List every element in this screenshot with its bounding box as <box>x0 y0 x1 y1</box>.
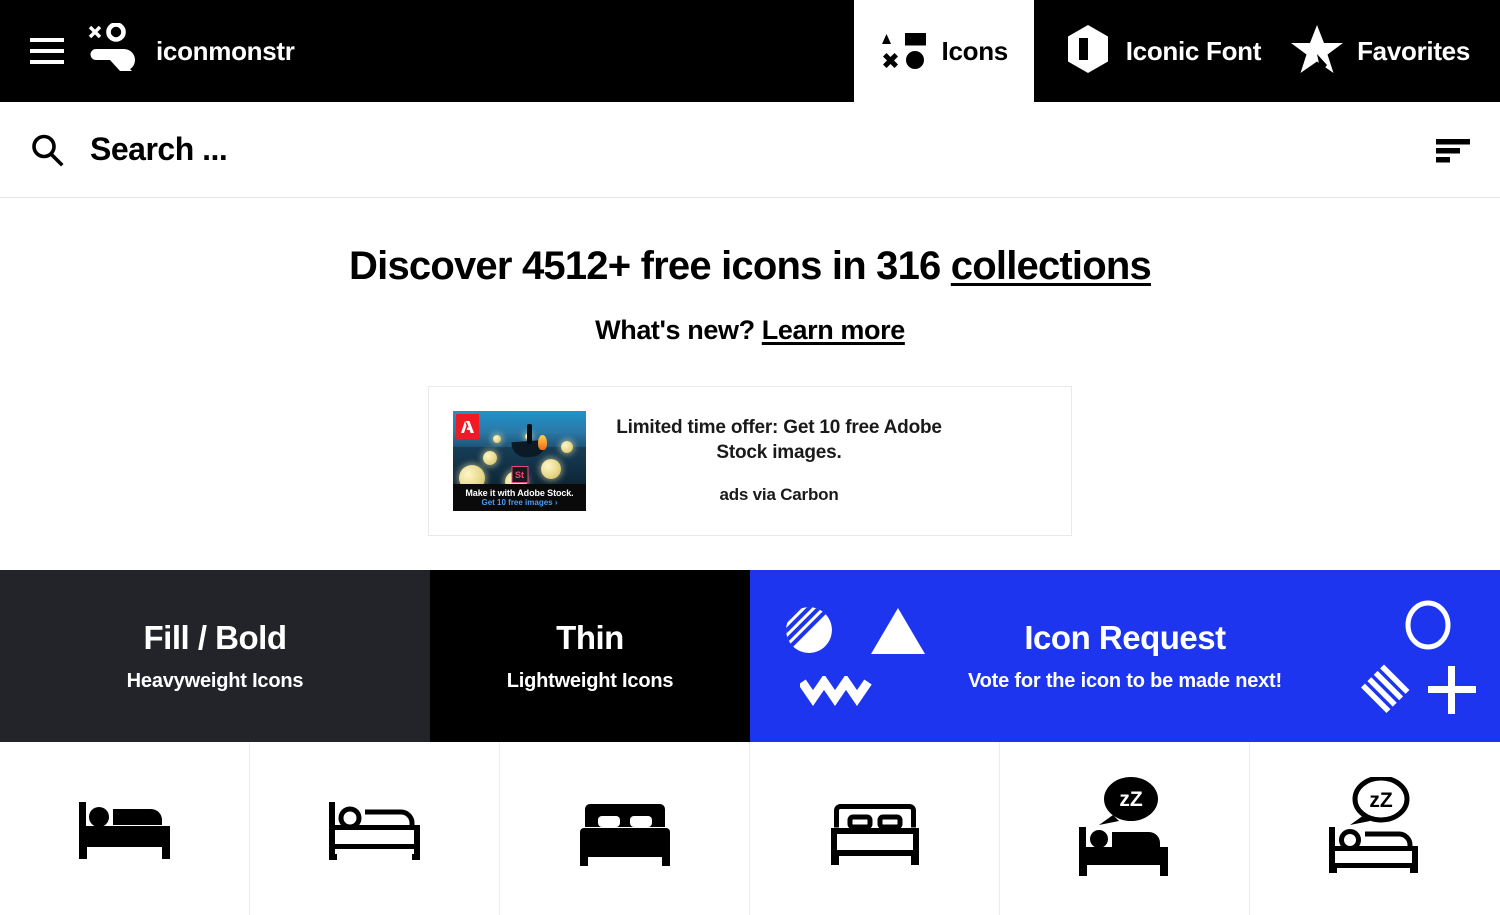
icon-cell-bed-double-thin[interactable] <box>750 742 1000 915</box>
star-icon <box>1291 24 1344 79</box>
ad-text-block: Limited time offer: Get 10 free Adobe St… <box>614 411 944 505</box>
search-icon[interactable] <box>30 133 76 167</box>
banner-thin-title: Thin <box>556 619 624 656</box>
ad-attribution: ads via Carbon <box>719 485 839 505</box>
advertisement-area: St Make it with Adobe Stock. Get 10 free… <box>0 386 1500 536</box>
ad-lantern <box>493 435 501 443</box>
striped-circle-icon <box>785 606 833 654</box>
search-bar <box>0 102 1500 198</box>
learn-more-link[interactable]: Learn more <box>762 315 905 345</box>
top-navigation-bar: iconmonstr Icons Iconic Font Favorites <box>0 0 1500 102</box>
favorites-link[interactable]: Favorites <box>1291 0 1500 102</box>
icon-cell-bed-sleeping-zz-fill[interactable]: zZ <box>1000 742 1250 915</box>
ad-caption: Make it with Adobe Stock. <box>465 488 574 498</box>
banner-fill-bold-subtitle: Heavyweight Icons <box>126 670 304 692</box>
hero-subtitle-text: What's new? <box>595 315 762 345</box>
ad-stock-badge: St <box>511 466 528 483</box>
tab-iconic-font[interactable]: Iconic Font <box>1034 0 1291 102</box>
banner-icon-request[interactable]: Icon Request Vote for the icon to be mad… <box>750 570 1500 742</box>
bed-sleep-person-thin-icon <box>328 801 420 860</box>
category-banner-row: Fill / Bold Heavyweight Icons Thin Light… <box>0 570 1500 742</box>
bed-double-thin-icon <box>830 803 919 865</box>
collections-link[interactable]: collections <box>951 244 1152 288</box>
banner-thin-subtitle: Lightweight Icons <box>506 670 674 692</box>
bed-sleeping-zz-thin-icon: zZ <box>1329 776 1418 873</box>
hero-section: Discover 4512+ free icons in 316 collect… <box>0 198 1500 536</box>
page-title: Discover 4512+ free icons in 316 collect… <box>0 244 1500 289</box>
shapes-grid-icon <box>880 25 928 78</box>
ad-person <box>527 424 533 444</box>
ad-caption-bar: Make it with Adobe Stock. Get 10 free im… <box>453 484 586 511</box>
hero-subtitle: What's new? Learn more <box>0 315 1500 346</box>
adobe-logo-icon <box>456 414 479 439</box>
banner-thin[interactable]: Thin Lightweight Icons <box>430 570 750 742</box>
banner-icon-request-title: Icon Request <box>1024 619 1226 656</box>
circle-outline-icon <box>1404 600 1452 650</box>
icon-results-grid: zZ zZ <box>0 742 1500 915</box>
banner-fill-bold[interactable]: Fill / Bold Heavyweight Icons <box>0 570 430 742</box>
search-input[interactable] <box>76 131 1424 168</box>
ad-lantern <box>541 459 561 479</box>
banner-icon-request-subtitle: Vote for the icon to be made next! <box>968 670 1282 692</box>
diagonal-stripes-icon <box>1356 662 1412 718</box>
nav-left-group: iconmonstr <box>0 0 295 102</box>
ad-thumbnail-image[interactable]: St Make it with Adobe Stock. Get 10 free… <box>453 411 586 511</box>
ad-flame <box>538 435 548 450</box>
ad-headline: Limited time offer: Get 10 free Adobe St… <box>616 417 942 464</box>
hamburger-icon[interactable] <box>30 38 64 64</box>
hero-title-text: Discover 4512+ free icons in 316 <box>349 244 951 288</box>
sort-descending-icon[interactable] <box>1424 137 1470 163</box>
ad-lantern <box>483 451 497 465</box>
bed-sleeping-zz-fill-icon: zZ <box>1078 776 1168 876</box>
icon-cell-bed-sleep-person-thin[interactable] <box>250 742 500 915</box>
svg-text:zZ: zZ <box>1119 788 1143 811</box>
svg-text:zZ: zZ <box>1369 789 1393 812</box>
icon-cell-bed-sleeping-zz-thin[interactable]: zZ <box>1250 742 1500 915</box>
tab-icons-label: Icons <box>941 35 1009 66</box>
ad-lantern <box>561 441 573 453</box>
hexagon-p-icon <box>1064 23 1112 80</box>
iconmonstr-logo-icon <box>86 21 142 80</box>
icon-cell-bed-sleep-person-fill[interactable] <box>0 742 250 915</box>
bed-sleep-person-fill-icon <box>78 801 170 859</box>
tab-iconic-font-label: Iconic Font <box>1125 35 1262 66</box>
tab-icons[interactable]: Icons <box>853 0 1034 102</box>
bed-double-fill-icon <box>579 803 670 866</box>
carbon-ad[interactable]: St Make it with Adobe Stock. Get 10 free… <box>428 386 1072 536</box>
banner-fill-bold-title: Fill / Bold <box>143 619 287 656</box>
zigzag-icon <box>798 674 872 706</box>
triangle-icon <box>870 606 926 656</box>
brand-home-link[interactable]: iconmonstr <box>86 21 295 80</box>
favorites-label: Favorites <box>1357 35 1470 66</box>
plus-icon <box>1426 664 1478 716</box>
icon-cell-bed-double-fill[interactable] <box>500 742 750 915</box>
ad-cta[interactable]: Get 10 free images › <box>481 498 557 507</box>
brand-name: iconmonstr <box>156 35 295 66</box>
